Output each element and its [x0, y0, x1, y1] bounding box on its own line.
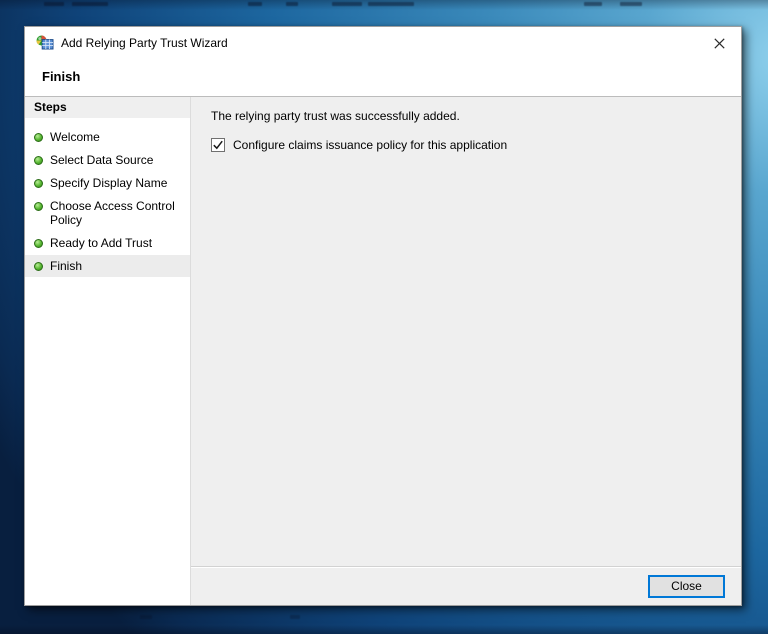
green-dot-icon [34, 156, 43, 165]
step-label: Select Data Source [50, 153, 153, 167]
step-item-specify-display-name: Specify Display Name [25, 172, 190, 194]
configure-claims-checkbox-row[interactable]: Configure claims issuance policy for thi… [211, 138, 721, 152]
background-artifact [286, 2, 298, 6]
step-item-finish: Finish [25, 255, 190, 277]
background-artifact [368, 2, 414, 6]
step-label: Finish [50, 259, 82, 273]
step-item-welcome: Welcome [25, 126, 190, 148]
green-dot-icon [34, 179, 43, 188]
wizard-page-header: Finish [25, 59, 741, 97]
background-artifact [584, 2, 602, 6]
finish-page-content: The relying party trust was successfully… [191, 97, 741, 566]
step-item-ready-to-add-trust: Ready to Add Trust [25, 232, 190, 254]
background-artifact [72, 2, 108, 6]
green-dot-icon [34, 202, 43, 211]
steps-list: Welcome Select Data Source Specify Displ… [25, 118, 190, 278]
steps-header: Steps [25, 97, 190, 118]
background-artifact [290, 615, 300, 619]
wizard-body: Steps Welcome Select Data Source Specify… [25, 97, 741, 605]
checkmark-icon [212, 139, 224, 151]
step-label: Ready to Add Trust [50, 236, 152, 250]
relying-party-trust-icon [36, 35, 54, 51]
configure-claims-checkbox-label: Configure claims issuance policy for thi… [233, 138, 507, 152]
steps-sidebar: Steps Welcome Select Data Source Specify… [25, 97, 191, 605]
close-button[interactable]: Close [648, 575, 725, 598]
step-item-select-data-source: Select Data Source [25, 149, 190, 171]
success-message: The relying party trust was successfully… [211, 109, 721, 123]
background-artifact [620, 2, 642, 6]
green-dot-icon [34, 262, 43, 271]
background-artifact [332, 2, 362, 6]
close-x-glyph [714, 38, 725, 49]
step-label: Welcome [50, 130, 100, 144]
add-relying-party-trust-wizard-window: Add Relying Party Trust Wizard Finish St… [24, 26, 742, 606]
green-dot-icon [34, 133, 43, 142]
step-label: Choose Access Control Policy [50, 199, 184, 227]
desktop-background: Add Relying Party Trust Wizard Finish St… [0, 0, 768, 634]
step-label: Specify Display Name [50, 176, 167, 190]
background-artifact [140, 615, 152, 619]
background-artifact [44, 2, 64, 6]
wizard-content-pane: The relying party trust was successfully… [191, 97, 741, 605]
configure-claims-checkbox[interactable] [211, 138, 225, 152]
wizard-footer: Close [191, 566, 741, 605]
page-title: Finish [42, 69, 80, 84]
green-dot-icon [34, 239, 43, 248]
step-item-choose-access-control-policy: Choose Access Control Policy [25, 195, 190, 231]
window-titlebar[interactable]: Add Relying Party Trust Wizard [25, 27, 741, 59]
close-icon[interactable] [706, 31, 732, 55]
window-title: Add Relying Party Trust Wizard [61, 36, 228, 50]
background-artifact [248, 2, 262, 6]
